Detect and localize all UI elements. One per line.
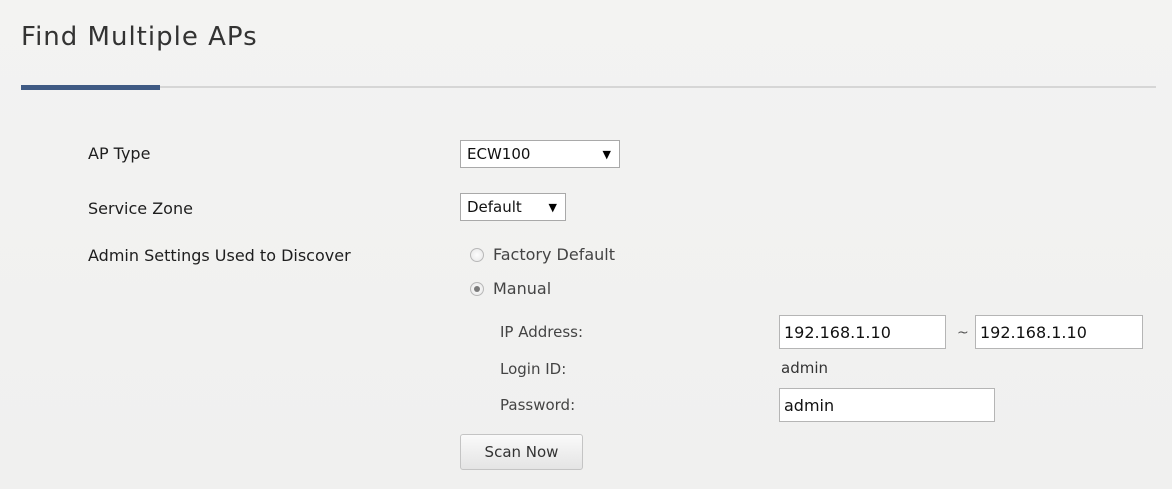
radio-factory-default-label: Factory Default (493, 245, 615, 264)
title-accent-bar (21, 85, 160, 90)
radio-manual-label: Manual (493, 279, 552, 298)
ip-range-separator: ~ (957, 325, 969, 341)
radio-manual[interactable]: Manual (470, 279, 551, 298)
page-title: Find Multiple APs (21, 22, 258, 52)
ap-type-select[interactable]: ECW100 ▼ (460, 140, 620, 168)
service-zone-label: Service Zone (88, 199, 193, 218)
ap-type-label: AP Type (88, 144, 151, 163)
admin-settings-label: Admin Settings Used to Discover (88, 246, 351, 265)
service-zone-selected-value: Default (467, 198, 522, 216)
ip-end-input[interactable]: 192.168.1.10 (975, 315, 1143, 349)
login-id-label: Login ID: (500, 360, 567, 378)
title-divider (21, 86, 1156, 88)
radio-factory-default[interactable]: Factory Default (470, 245, 615, 264)
radio-button[interactable] (470, 247, 484, 262)
service-zone-select[interactable]: Default ▼ (460, 193, 566, 221)
ip-address-label: IP Address: (500, 323, 584, 341)
radio-button-checked[interactable] (470, 281, 484, 296)
ip-start-input[interactable]: 192.168.1.10 (779, 315, 946, 349)
login-id-value: admin (781, 359, 828, 377)
caret-down-icon: ▼ (602, 148, 611, 161)
password-input[interactable]: admin (779, 388, 995, 422)
scan-now-button[interactable]: Scan Now (460, 434, 583, 470)
caret-down-icon: ▼ (548, 201, 557, 214)
find-multiple-aps-page: Find Multiple APs AP Type ECW100 ▼ Servi… (0, 0, 1172, 489)
ap-type-selected-value: ECW100 (467, 145, 531, 163)
password-label: Password: (500, 396, 576, 414)
